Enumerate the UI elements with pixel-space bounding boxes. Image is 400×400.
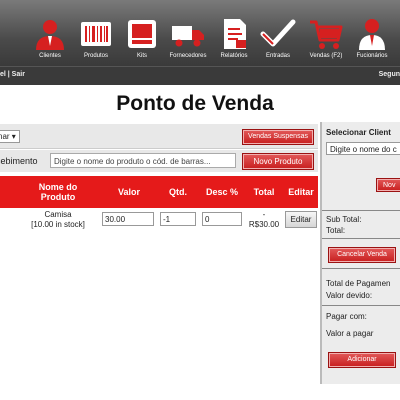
divider xyxy=(322,210,400,211)
nav-relatorios[interactable]: Relatórios xyxy=(212,16,256,59)
logout-link[interactable]: el | Sair xyxy=(0,71,25,78)
header-qty: Qtd. xyxy=(169,187,187,197)
amount-due-label: Valor devido: xyxy=(326,291,373,300)
barcode-icon xyxy=(81,22,111,46)
nav-label: Fucionários xyxy=(356,53,388,59)
total-dash: - xyxy=(262,210,266,219)
top-toolbar: Clientes Produtos Kits Fornecedores Rela… xyxy=(0,0,400,66)
order-select-value: nar xyxy=(0,132,10,141)
header-product-name: Nome do Produto xyxy=(38,182,78,202)
pay-with-label: Pagar com: xyxy=(326,312,367,321)
amount-to-pay-label: Valor a pagar xyxy=(326,329,374,338)
user-info: Segun xyxy=(378,71,400,78)
truck-icon xyxy=(172,26,204,47)
nav-entradas[interactable]: Entradas xyxy=(256,16,300,59)
product-search-row: cebimento Digite o nome do produto o cód… xyxy=(0,150,318,172)
clients-icon xyxy=(36,20,64,50)
nav-label: Clientes xyxy=(39,53,61,59)
product-search-input[interactable]: Digite o nome do produto o cód. de barra… xyxy=(50,153,236,168)
new-client-button[interactable]: Nov xyxy=(376,178,400,192)
page-title: Ponto de Venda xyxy=(116,92,274,115)
total-cell: - R$30.00 xyxy=(246,210,282,230)
checkmark-icon xyxy=(260,19,296,47)
product-name-cell: Camisa [10.00 in stock] xyxy=(22,210,94,230)
client-search-input[interactable]: Digite o nome do c xyxy=(326,142,400,155)
nav-clientes[interactable]: Clientes xyxy=(28,16,72,59)
user-bar: el | Sair Segun xyxy=(0,66,400,85)
product-name: Camisa xyxy=(44,210,72,219)
nav-fornecedores[interactable]: Fornecedores xyxy=(166,16,210,59)
table-row: Camisa [10.00 in stock] 30.00 -1 0 - R$3… xyxy=(0,210,318,246)
cart-table-header: Nome do Produto Valor Qtd. Desc % Total … xyxy=(0,176,318,208)
nav-label: Kits xyxy=(136,53,147,59)
edit-button[interactable]: Editar xyxy=(285,211,317,228)
nav-label: Vendas (F2) xyxy=(309,53,343,59)
add-payment-button[interactable]: Adicionar xyxy=(328,352,396,368)
cancel-sale-button[interactable]: Cancelar Venda xyxy=(328,247,396,263)
nav-label: Relatórios xyxy=(220,53,248,59)
header-discount: Desc % xyxy=(205,187,239,197)
nav-vendas[interactable]: Vendas (F2) xyxy=(304,16,348,59)
subtotal-label: Sub Total: xyxy=(326,215,362,224)
employee-icon xyxy=(359,19,385,50)
checkout-panel: Selecionar Client Digite o nome do c Nov… xyxy=(320,122,400,384)
sale-panel: nar ▾ Vendas Suspensas cebimento Digite … xyxy=(0,122,318,382)
total-value: R$30.00 xyxy=(248,220,280,229)
order-select[interactable]: nar ▾ xyxy=(0,130,20,143)
product-stock: [10.00 in stock] xyxy=(31,220,85,229)
cart-icon xyxy=(310,20,343,49)
discount-input[interactable]: 0 xyxy=(202,212,242,226)
nav-kits[interactable]: Kits xyxy=(120,16,164,59)
report-icon xyxy=(224,19,246,49)
header-total: Total xyxy=(253,187,275,197)
box-icon xyxy=(128,20,156,48)
nav-produtos[interactable]: Produtos xyxy=(74,16,118,59)
nav-label: Entradas xyxy=(265,53,290,59)
select-client-title: Selecionar Client xyxy=(326,128,391,137)
total-payments-label: Total de Pagamen xyxy=(326,279,391,288)
value-input[interactable]: 30.00 xyxy=(102,212,154,226)
total-label: Total: xyxy=(326,226,346,235)
nav-label: Fornecedores xyxy=(169,53,207,59)
sale-toolbar: nar ▾ Vendas Suspensas xyxy=(0,124,318,149)
header-value: Valor xyxy=(117,187,140,197)
nav-label: Produtos xyxy=(83,53,108,59)
quantity-input[interactable]: -1 xyxy=(160,212,196,226)
divider xyxy=(322,268,400,269)
receipt-label: cebimento xyxy=(0,156,38,166)
divider xyxy=(322,305,400,306)
header-edit: Editar xyxy=(288,187,314,197)
nav-funcionarios[interactable]: Fucionários xyxy=(350,16,394,59)
suspended-sales-button[interactable]: Vendas Suspensas xyxy=(242,129,314,145)
divider xyxy=(322,238,400,239)
new-product-button[interactable]: Novo Produto xyxy=(242,153,314,170)
dropdown-arrow-icon: ▾ xyxy=(11,132,16,141)
